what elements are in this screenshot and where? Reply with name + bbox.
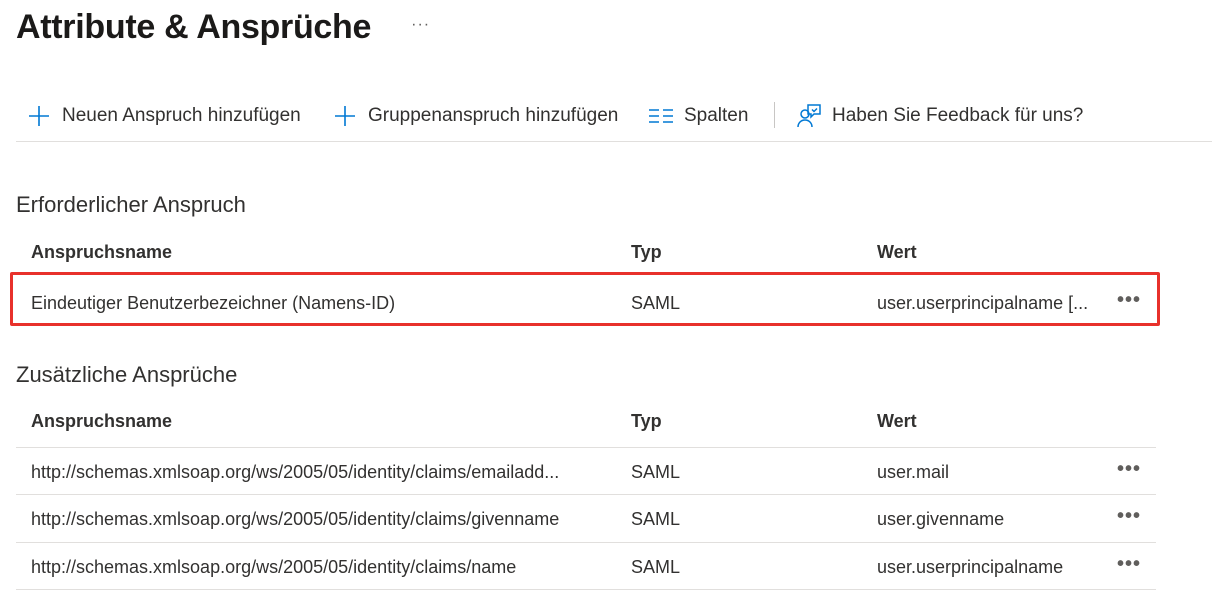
toolbar-divider bbox=[774, 102, 775, 128]
columns-label: Spalten bbox=[684, 105, 749, 126]
claim-value-cell: user.givenname bbox=[877, 509, 1005, 529]
add-claim-button[interactable]: Neuen Anspruch hinzufügen bbox=[26, 102, 301, 130]
feedback-icon bbox=[796, 103, 822, 129]
claim-type-cell: SAML bbox=[631, 557, 681, 577]
feedback-label: Haben Sie Feedback für uns? bbox=[832, 105, 1084, 126]
row-divider bbox=[16, 447, 1156, 448]
row-divider bbox=[16, 542, 1156, 543]
required-claim-title: Erforderlicher Anspruch bbox=[16, 192, 246, 217]
add-claim-label: Neuen Anspruch hinzufügen bbox=[62, 105, 301, 126]
columns-icon bbox=[648, 103, 674, 129]
title-row: Attribute & Ansprüche ··· bbox=[16, 4, 430, 50]
feedback-button[interactable]: Haben Sie Feedback für uns? bbox=[796, 102, 1083, 130]
column-header-claim-name: Anspruchsname bbox=[31, 242, 173, 262]
row-more-button[interactable]: ••• bbox=[1114, 505, 1144, 527]
add-group-claim-button[interactable]: Gruppenanspruch hinzufügen bbox=[332, 102, 618, 130]
plus-icon bbox=[26, 103, 52, 129]
claim-name-cell: http://schemas.xmlsoap.org/ws/2005/05/id… bbox=[31, 462, 560, 482]
claim-value-cell: user.userprincipalname bbox=[877, 557, 1064, 577]
claim-name-cell: http://schemas.xmlsoap.org/ws/2005/05/id… bbox=[31, 509, 560, 529]
row-divider bbox=[16, 589, 1156, 590]
attributes-claims-page: Attribute & Ansprüche ··· Neuen Anspruch… bbox=[0, 0, 1212, 598]
claim-type-cell: SAML bbox=[631, 509, 681, 529]
page-title: Attribute & Ansprüche bbox=[16, 7, 372, 46]
column-header-claim-name: Anspruchsname bbox=[31, 411, 173, 431]
columns-button[interactable]: Spalten bbox=[648, 102, 748, 130]
claim-value-cell: user.mail bbox=[877, 462, 950, 482]
more-options-button[interactable]: ··· bbox=[411, 16, 430, 34]
row-divider bbox=[16, 494, 1156, 495]
column-header-type: Typ bbox=[631, 242, 662, 262]
column-header-value: Wert bbox=[877, 411, 917, 431]
column-header-type: Typ bbox=[631, 411, 662, 431]
column-header-value: Wert bbox=[877, 242, 917, 262]
claim-name-cell: http://schemas.xmlsoap.org/ws/2005/05/id… bbox=[31, 557, 517, 577]
row-more-button[interactable]: ••• bbox=[1114, 553, 1144, 575]
claim-type-cell: SAML bbox=[631, 462, 681, 482]
command-bar: Neuen Anspruch hinzufügen Gruppenanspruc… bbox=[16, 92, 1212, 142]
additional-claims-title: Zusätzliche Ansprüche bbox=[16, 362, 238, 387]
row-more-button[interactable]: ••• bbox=[1114, 458, 1144, 480]
highlight-box bbox=[10, 272, 1160, 326]
plus-icon bbox=[332, 103, 358, 129]
add-group-claim-label: Gruppenanspruch hinzufügen bbox=[368, 105, 619, 126]
